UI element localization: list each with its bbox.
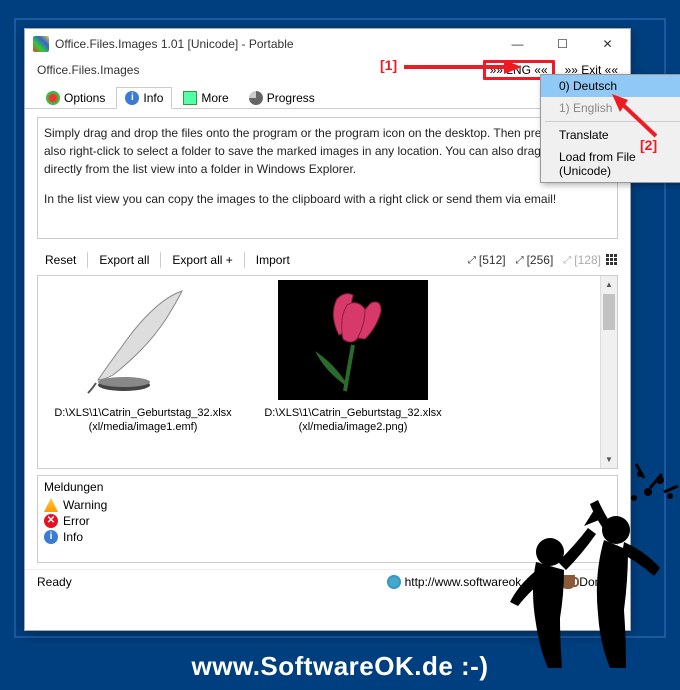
message-warning[interactable]: Warning [44, 498, 611, 512]
titlebar: Office.Files.Images 1.01 [Unicode] - Por… [25, 29, 630, 59]
thumbnail-list: D:\XLS\1\Catrin_Geburtstag_32.xlsx(xl/me… [37, 275, 618, 469]
close-button[interactable]: ✕ [585, 29, 630, 59]
error-icon: ✕ [44, 514, 58, 528]
info-paragraph-1: Simply drag and drop the files onto the … [44, 124, 611, 178]
expand-icon: ⤢ [468, 255, 476, 266]
options-icon [46, 91, 60, 105]
scroll-thumb[interactable] [603, 294, 615, 330]
export-all-button[interactable]: Export all [91, 253, 157, 267]
progress-icon [249, 91, 263, 105]
expand-icon: ⤢ [516, 255, 524, 266]
messages-panel: Meldungen Warning ✕Error iInfo [37, 475, 618, 563]
donate-link[interactable]: Donate [561, 575, 618, 589]
thumbnail-label: D:\XLS\1\Catrin_Geburtstag_32.xlsx(xl/me… [258, 406, 448, 435]
warning-icon [44, 498, 58, 512]
tab-progress[interactable]: Progress [240, 87, 324, 108]
scroll-up-icon[interactable]: ▲ [601, 276, 617, 293]
expand-icon: ⤢ [563, 255, 571, 266]
coffee-icon [561, 575, 575, 589]
info-paragraph-2: In the list view you can copy the images… [44, 190, 611, 208]
more-icon [183, 91, 197, 105]
info-icon: i [125, 91, 139, 105]
window-title: Office.Files.Images 1.01 [Unicode] - Por… [55, 37, 495, 51]
export-all-plus-button[interactable]: Export all + [164, 253, 240, 267]
website-link[interactable]: http://www.softwareok.com [387, 575, 548, 589]
app-icon [33, 36, 49, 52]
annotation-1: [1] [380, 57, 397, 73]
grid-view-icon[interactable] [606, 254, 618, 266]
thumbnail-image-tulip [278, 280, 428, 400]
dropdown-item-load[interactable]: Load from File (Unicode) [541, 146, 680, 182]
scrollbar[interactable]: ▲ ▼ [600, 276, 617, 468]
tab-info[interactable]: iInfo [116, 87, 172, 109]
import-button[interactable]: Import [248, 253, 298, 267]
list-item[interactable]: D:\XLS\1\Catrin_Geburtstag_32.xlsx(xl/me… [258, 280, 448, 464]
page-caption: www.SoftwareOK.de :-) [0, 651, 680, 682]
scroll-down-icon[interactable]: ▼ [601, 451, 617, 468]
minimize-button[interactable]: — [495, 29, 540, 59]
thumbnail-image-feather [68, 280, 218, 400]
message-info[interactable]: iInfo [44, 530, 611, 544]
annotation-2: [2] [640, 137, 657, 153]
zoom-256-button[interactable]: ⤢[256] [511, 253, 559, 267]
status-ready: Ready [37, 575, 72, 589]
tab-options[interactable]: Options [37, 87, 114, 108]
thumbnail-label: D:\XLS\1\Catrin_Geburtstag_32.xlsx(xl/me… [48, 406, 238, 435]
info-icon: i [44, 530, 58, 544]
reset-button[interactable]: Reset [37, 253, 84, 267]
tab-more[interactable]: More [174, 87, 237, 108]
messages-title: Meldungen [44, 480, 611, 494]
list-item[interactable]: D:\XLS\1\Catrin_Geburtstag_32.xlsx(xl/me… [48, 280, 238, 464]
arrow-2 [606, 92, 666, 142]
arrow-1 [404, 57, 524, 77]
toolbar: Reset Export all Export all + Import ⤢[5… [25, 247, 630, 273]
maximize-button[interactable]: ☐ [540, 29, 585, 59]
globe-icon [387, 575, 401, 589]
info-textbox: Simply drag and drop the files onto the … [37, 117, 618, 239]
zoom-512-button[interactable]: ⤢[512] [463, 253, 511, 267]
message-error[interactable]: ✕Error [44, 514, 611, 528]
zoom-128-button[interactable]: ⤢[128] [558, 253, 606, 267]
statusbar: Ready http://www.softwareok.com Donate [25, 569, 630, 593]
